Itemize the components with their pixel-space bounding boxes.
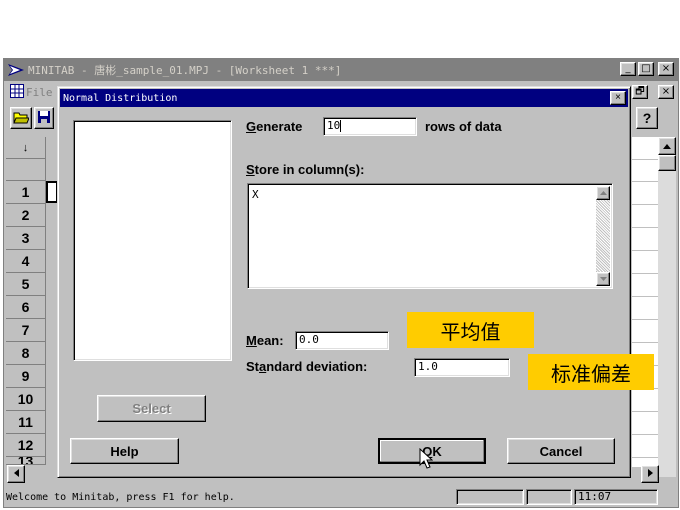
minimize-icon: _ bbox=[625, 63, 631, 74]
row-header[interactable]: 2 bbox=[6, 204, 46, 227]
save-disk-icon bbox=[37, 110, 51, 127]
status-clock: 11:07 bbox=[574, 489, 658, 505]
help-toolbar-button[interactable]: ? bbox=[636, 107, 658, 129]
close-icon: × bbox=[661, 63, 671, 74]
rows-of-data-label: rows of data bbox=[425, 119, 502, 134]
store-scroll-down-button[interactable] bbox=[596, 272, 610, 286]
status-pane-1 bbox=[456, 489, 524, 505]
dialog-titlebar[interactable]: Normal Distribution × bbox=[60, 89, 628, 107]
close-icon: × bbox=[615, 92, 621, 103]
variable-list[interactable] bbox=[73, 120, 232, 361]
mouse-pointer-icon bbox=[419, 447, 434, 473]
mean-annotation: 平均值 bbox=[407, 312, 534, 348]
menu-file[interactable]: File bbox=[26, 86, 53, 99]
row-header[interactable]: 3 bbox=[6, 227, 46, 250]
column-header-corner[interactable]: ↓ bbox=[6, 137, 46, 159]
row-header[interactable]: 9 bbox=[6, 365, 46, 388]
scroll-left-button[interactable] bbox=[7, 465, 25, 483]
standard-deviation-label: Standard deviation: bbox=[246, 359, 368, 374]
store-in-columns-label: Store in column(s): bbox=[246, 162, 365, 177]
app-titlebar[interactable]: MINITAB - 唐彬_sample_01.MPJ - [Worksheet … bbox=[4, 59, 678, 81]
store-columns-value: X bbox=[252, 188, 259, 201]
mean-input[interactable]: 0.0 bbox=[295, 331, 389, 350]
scroll-right-button[interactable] bbox=[641, 465, 659, 483]
help-button[interactable]: Help bbox=[70, 438, 179, 464]
save-button[interactable] bbox=[34, 107, 54, 129]
restore-icon: 🗗 bbox=[635, 86, 645, 97]
row-header[interactable]: 1 bbox=[6, 181, 46, 204]
child-restore-button[interactable]: 🗗 bbox=[632, 85, 648, 99]
row-header[interactable]: 11 bbox=[6, 411, 46, 434]
generate-input[interactable]: 10 bbox=[323, 117, 417, 136]
maximize-icon: □ bbox=[641, 63, 651, 74]
minitab-logo-icon bbox=[6, 62, 26, 78]
row-header[interactable]: 12 bbox=[6, 434, 46, 457]
row-header[interactable]: 7 bbox=[6, 319, 46, 342]
store-columns-textarea[interactable]: X bbox=[247, 183, 613, 289]
vertical-scrollbar[interactable] bbox=[658, 137, 676, 477]
dialog-title: Normal Distribution bbox=[63, 92, 178, 104]
open-button[interactable] bbox=[10, 107, 32, 129]
store-columns-scrollbar[interactable] bbox=[596, 186, 610, 286]
standard-deviation-annotation: 标准偏差 bbox=[528, 354, 654, 390]
close-icon: × bbox=[661, 86, 671, 97]
worksheet-grid-visible[interactable] bbox=[632, 137, 658, 467]
row-header[interactable]: 8 bbox=[6, 342, 46, 365]
open-folder-icon bbox=[13, 110, 30, 127]
triangle-right-icon bbox=[647, 469, 653, 479]
close-button[interactable]: × bbox=[658, 62, 674, 76]
store-scroll-up-button[interactable] bbox=[596, 186, 610, 200]
status-text: Welcome to Minitab, press F1 for help. bbox=[6, 491, 235, 503]
row-header[interactable]: 6 bbox=[6, 296, 46, 319]
row-header[interactable]: 13 bbox=[6, 457, 46, 465]
minimize-button[interactable]: _ bbox=[620, 62, 636, 76]
standard-deviation-input[interactable]: 1.0 bbox=[414, 358, 510, 377]
worksheet-icon bbox=[10, 84, 24, 98]
cancel-button[interactable]: Cancel bbox=[507, 438, 615, 464]
row-header[interactable]: 4 bbox=[6, 250, 46, 273]
generate-label: Generate bbox=[246, 119, 303, 134]
help-question-icon: ? bbox=[642, 110, 652, 126]
child-close-button[interactable]: × bbox=[658, 85, 674, 99]
row-header[interactable]: 10 bbox=[6, 388, 46, 411]
row-header[interactable]: 5 bbox=[6, 273, 46, 296]
triangle-left-icon bbox=[13, 469, 19, 479]
column-name-row-header bbox=[6, 159, 46, 181]
app-title: MINITAB - 唐彬_sample_01.MPJ - [Worksheet … bbox=[28, 64, 342, 77]
triangle-down-icon bbox=[599, 276, 607, 283]
down-arrow-icon: ↓ bbox=[22, 141, 29, 154]
triangle-up-icon bbox=[663, 141, 671, 151]
status-pane-2 bbox=[526, 489, 572, 505]
status-bar: Welcome to Minitab, press F1 for help. 1… bbox=[4, 487, 678, 507]
scroll-thumb[interactable] bbox=[658, 155, 676, 171]
select-button: Select bbox=[97, 395, 206, 422]
scroll-up-button[interactable] bbox=[658, 137, 676, 155]
maximize-button[interactable]: □ bbox=[638, 62, 654, 76]
triangle-up-icon bbox=[599, 190, 607, 197]
normal-distribution-dialog: Normal Distribution × Select Generate 10… bbox=[57, 86, 631, 478]
dialog-close-button[interactable]: × bbox=[610, 91, 626, 105]
mean-label: Mean: bbox=[246, 333, 284, 348]
